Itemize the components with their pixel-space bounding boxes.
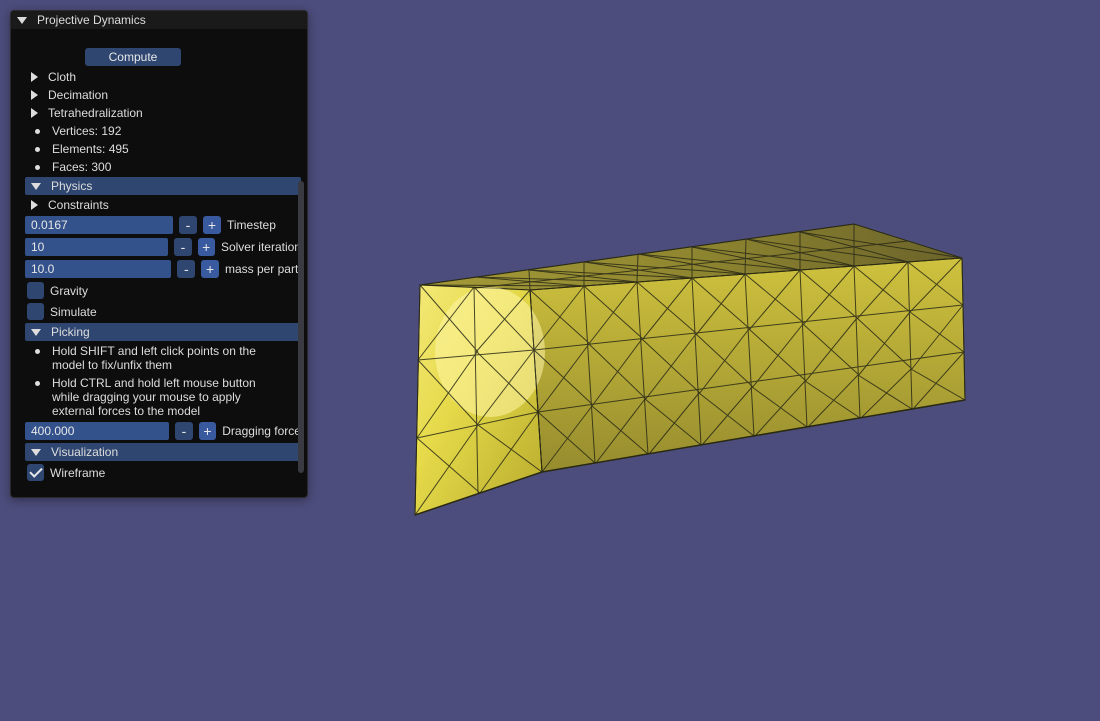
field-label: Timestep (227, 218, 276, 232)
field-label: Simulate (50, 305, 97, 319)
increment-button[interactable]: + (203, 216, 221, 234)
chevron-right-icon (31, 200, 38, 210)
decrement-button[interactable]: - (177, 260, 195, 278)
mass-input[interactable]: 10.0 (25, 260, 171, 278)
tree-label: Tetrahedralization (48, 106, 143, 120)
stat-label: Faces: 300 (52, 160, 111, 174)
tree-item-constraints[interactable]: Constraints (11, 196, 307, 214)
field-label: Wireframe (50, 466, 105, 480)
decrement-button[interactable]: - (174, 238, 191, 256)
increment-button[interactable]: + (199, 422, 217, 440)
timestep-row: 0.0167 - + Timestep (11, 214, 307, 236)
chevron-right-icon (31, 90, 38, 100)
stat-label: Vertices: 192 (52, 124, 121, 138)
section-picking[interactable]: Picking (25, 323, 301, 341)
solver-iter-row: 10 - + Solver iteration (11, 236, 307, 258)
truncated-row (11, 29, 307, 46)
bullet-icon (35, 147, 40, 152)
help-text: Hold CTRL and hold left mouse button whi… (52, 376, 262, 418)
bullet-icon (35, 349, 40, 354)
scrollbar[interactable] (298, 181, 304, 473)
field-label: mass per parti (225, 262, 301, 276)
stat-vertices: Vertices: 192 (11, 122, 307, 140)
section-label: Physics (51, 179, 92, 193)
tree-item-cloth[interactable]: Cloth (11, 68, 307, 86)
help-row-1: Hold SHIFT and left click points on the … (11, 342, 307, 374)
mass-row: 10.0 - + mass per parti (11, 258, 307, 280)
chevron-right-icon (31, 108, 38, 118)
chevron-down-icon (31, 329, 41, 336)
decrement-button[interactable]: - (179, 216, 197, 234)
field-label: Gravity (50, 284, 88, 298)
decrement-button[interactable]: - (175, 422, 193, 440)
field-label: Dragging force (222, 424, 301, 438)
timestep-input[interactable]: 0.0167 (25, 216, 173, 234)
field-label: Solver iteration (221, 240, 301, 254)
settings-panel: Projective Dynamics Compute Cloth Decima… (10, 10, 308, 498)
tree-label: Constraints (48, 198, 109, 212)
wireframe-checkbox[interactable] (27, 464, 44, 481)
stat-elements: Elements: 495 (11, 140, 307, 158)
increment-button[interactable]: + (201, 260, 219, 278)
section-physics[interactable]: Physics (25, 177, 301, 195)
compute-row: Compute (11, 46, 307, 68)
section-label: Picking (51, 325, 90, 339)
simulate-row: Simulate (11, 301, 307, 322)
increment-button[interactable]: + (198, 238, 215, 256)
gravity-row: Gravity (11, 280, 307, 301)
bullet-icon (35, 165, 40, 170)
bullet-icon (35, 381, 40, 386)
compute-button[interactable]: Compute (85, 48, 181, 66)
help-row-2: Hold CTRL and hold left mouse button whi… (11, 374, 307, 420)
help-text: Hold SHIFT and left click points on the … (52, 344, 262, 372)
panel-title-row[interactable]: Projective Dynamics (11, 11, 307, 29)
panel-title: Projective Dynamics (37, 13, 146, 27)
drag-force-input[interactable]: 400.000 (25, 422, 169, 440)
tree-item-tet[interactable]: Tetrahedralization (11, 104, 307, 122)
stat-label: Elements: 495 (52, 142, 129, 156)
chevron-down-icon (31, 183, 41, 190)
simulate-checkbox[interactable] (27, 303, 44, 320)
tree-label: Cloth (48, 70, 76, 84)
drag-force-row: 400.000 - + Dragging force (11, 420, 307, 442)
tree-item-decimation[interactable]: Decimation (11, 86, 307, 104)
solver-iter-input[interactable]: 10 (25, 238, 168, 256)
section-label: Visualization (51, 445, 118, 459)
chevron-down-icon (31, 449, 41, 456)
section-visualization[interactable]: Visualization (25, 443, 301, 461)
gravity-checkbox[interactable] (27, 282, 44, 299)
wireframe-row: Wireframe (11, 462, 307, 483)
tree-label: Decimation (48, 88, 108, 102)
chevron-right-icon (31, 72, 38, 82)
stat-faces: Faces: 300 (11, 158, 307, 176)
chevron-down-icon (17, 17, 27, 24)
bullet-icon (35, 129, 40, 134)
